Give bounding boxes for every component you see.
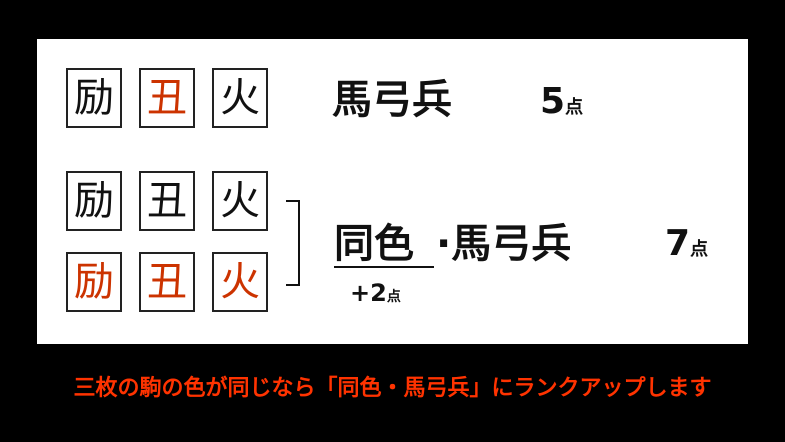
bonus-unit: 点 [386,289,401,305]
prefix-underline [334,266,434,268]
points-row1-number: 5 [540,81,566,122]
tile-row1-1: 励 [66,68,122,128]
tile-row2-bottom-1: 励 [66,252,122,312]
hand-name-row2: ·馬弓兵 [436,221,572,267]
tile-row2-top-1: 励 [66,171,122,231]
points-row1-unit: 点 [565,97,584,118]
points-row1: 5点 [540,84,583,120]
hand-name-row2-prefix: 同色 [334,221,414,267]
tile-row1-2: 丑 [139,68,195,128]
tile-row1-3: 火 [212,68,268,128]
hand-name-row1: 馬弓兵 [332,77,452,123]
group-bracket [286,200,300,286]
points-row2-number: 7 [665,223,691,264]
bonus-points: +2点 [350,281,401,305]
tile-row2-bottom-2: 丑 [139,252,195,312]
caption-text: 三枚の駒の色が同じなら「同色・馬弓兵」にランクアップします [73,376,712,401]
tile-row2-top-3: 火 [212,171,268,231]
points-row2: 7点 [665,226,708,262]
bonus-number: +2 [350,279,387,307]
tile-row2-top-2: 丑 [139,171,195,231]
points-row2-unit: 点 [690,239,709,260]
tile-row2-bottom-3: 火 [212,252,268,312]
